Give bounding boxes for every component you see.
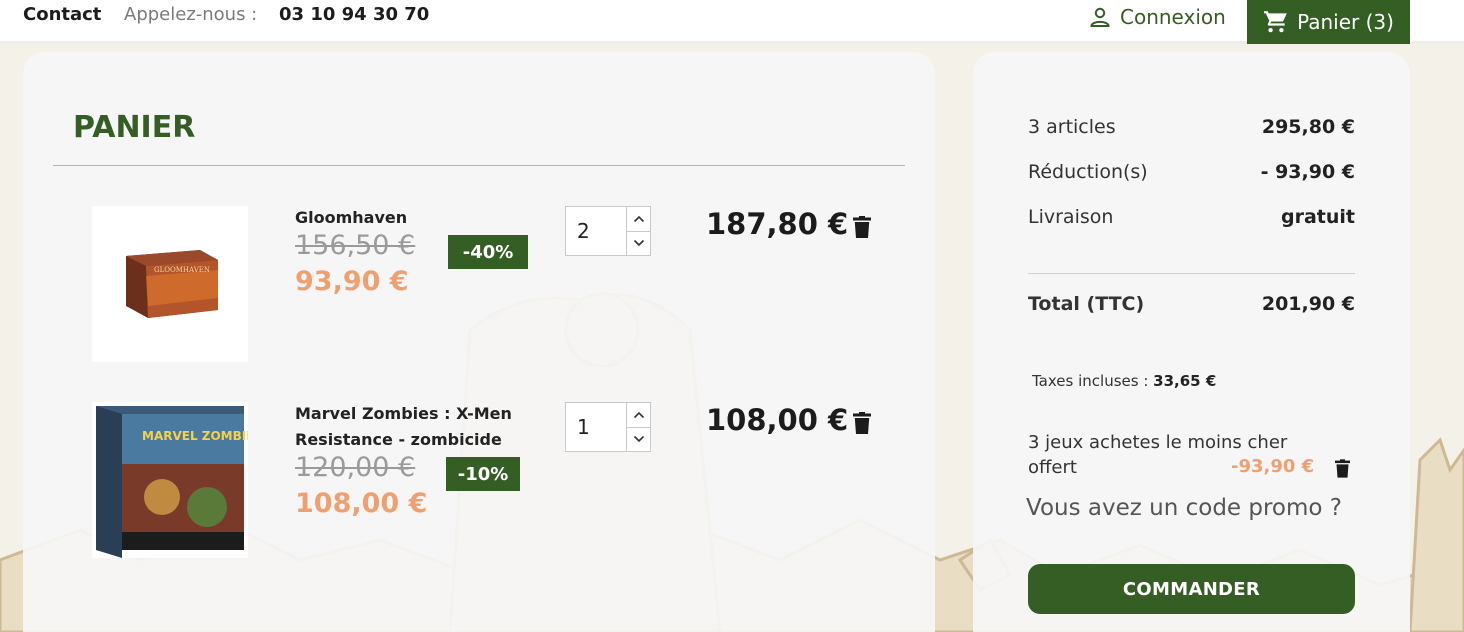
shipping-label: Livraison (1028, 206, 1114, 228)
order-summary-panel: 3 articles 295,80 € Réduction(s) - 93,90… (973, 52, 1410, 632)
tax-value: 33,65 € (1153, 372, 1217, 390)
tax-label: Taxes incluses : (1032, 372, 1149, 390)
discount-value: - 93,90 € (1260, 161, 1355, 183)
old-price: 120,00 € (295, 452, 416, 483)
quantity-decrease-button[interactable] (627, 230, 650, 256)
line-total: 187,80 € (706, 207, 849, 241)
discount-badge: -10% (446, 457, 520, 491)
promo-code-link[interactable]: Vous avez un code promo ? (1026, 495, 1342, 521)
phone-number[interactable]: 03 10 94 30 70 (279, 4, 429, 25)
trash-icon[interactable] (853, 216, 871, 238)
marvel-zombies-box-text: MARVEL ZOMBIES (142, 429, 248, 443)
quantity-stepper[interactable] (565, 402, 651, 452)
quantity-increase-button[interactable] (627, 207, 650, 231)
product-name[interactable]: Gloomhaven (295, 205, 407, 231)
product-image-marvel-zombies[interactable]: MARVEL ZOMBIES (92, 402, 263, 558)
marvel-zombies-box-art: MARVEL ZOMBIES (96, 406, 263, 558)
quantity-input[interactable] (566, 207, 626, 255)
title-divider (53, 165, 905, 166)
line-total: 108,00 € (706, 403, 849, 437)
cart-panel: PANIER GLOOMHAVEN Gloomhaven 156,50 € 93… (23, 52, 935, 632)
cart-icon (1264, 11, 1287, 33)
quantity-decrease-button[interactable] (627, 426, 650, 452)
chevron-up-icon (633, 215, 644, 222)
total-label: Total (TTC) (1028, 293, 1145, 315)
page-title: PANIER (73, 110, 196, 145)
offer-value: -93,90 € (1231, 456, 1315, 477)
quantity-increase-button[interactable] (627, 403, 650, 427)
user-icon (1090, 7, 1110, 27)
gloomhaven-box-text: GLOOMHAVEN (154, 266, 210, 274)
trash-icon[interactable] (1335, 459, 1350, 478)
gloomhaven-box-art: GLOOMHAVEN (126, 250, 218, 318)
summary-divider (1028, 273, 1355, 274)
contact-link[interactable]: Contact (23, 4, 101, 25)
discount-label: Réduction(s) (1028, 161, 1148, 183)
articles-label: 3 articles (1028, 116, 1116, 138)
checkout-button[interactable]: COMMANDER (1028, 564, 1355, 614)
tax-line: Taxes incluses : 33,65 € (1032, 372, 1216, 390)
chevron-down-icon (633, 240, 644, 247)
shipping-value: gratuit (1281, 206, 1355, 228)
articles-value: 295,80 € (1261, 116, 1355, 138)
discounted-price: 93,90 € (295, 266, 409, 297)
old-price: 156,50 € (295, 230, 416, 261)
product-name[interactable]: Marvel Zombies : X-Men Resistance - zomb… (295, 401, 512, 453)
quantity-input[interactable] (566, 403, 626, 451)
chevron-up-icon (633, 411, 644, 418)
login-label: Connexion (1120, 5, 1226, 29)
top-bar: Contact Appelez-nous : 03 10 94 30 70 Co… (0, 0, 1464, 44)
discounted-price: 108,00 € (295, 488, 428, 519)
call-label: Appelez-nous : (124, 4, 258, 25)
cart-button[interactable]: Panier (3) (1247, 0, 1410, 44)
discount-badge: -40% (448, 235, 528, 269)
product-image-gloomhaven[interactable]: GLOOMHAVEN (92, 206, 248, 362)
cart-label: Panier (3) (1297, 10, 1394, 34)
quantity-stepper[interactable] (565, 206, 651, 256)
login-link[interactable]: Connexion (1088, 3, 1226, 31)
total-value: 201,90 € (1261, 293, 1355, 315)
chevron-down-icon (633, 436, 644, 443)
trash-icon[interactable] (853, 412, 871, 434)
